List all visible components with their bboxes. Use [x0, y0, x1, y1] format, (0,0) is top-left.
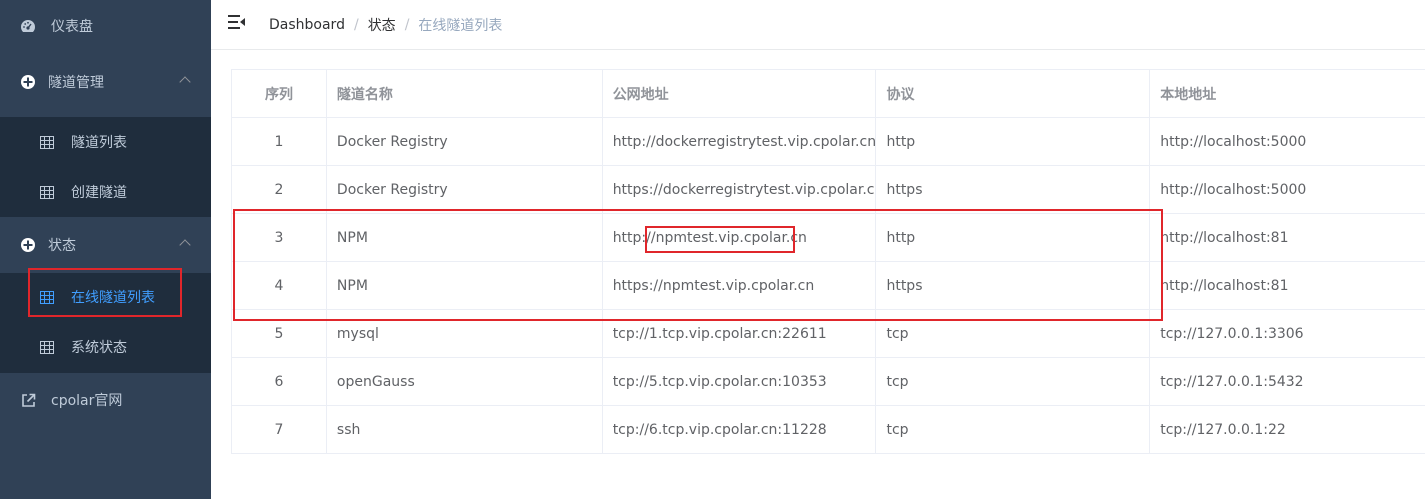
table-icon — [40, 185, 54, 199]
cell-protocol: tcp — [876, 406, 1151, 453]
menu-label-cpolar-website: cpolar官网 — [51, 393, 123, 409]
external-link-icon — [20, 392, 36, 408]
menu-label-dashboard: 仪表盘 — [51, 19, 93, 35]
cell-public-url: https://npmtest.vip.cpolar.cn — [603, 262, 877, 309]
sidebar-item-label: 隧道列表 — [71, 135, 127, 151]
breadcrumb-separator: / — [353, 17, 359, 33]
dashboard-gauge-icon — [20, 18, 36, 34]
table-header-row: 序列 隧道名称 公网地址 协议 本地地址 — [232, 70, 1425, 118]
plus-circle-icon — [20, 74, 36, 90]
table-row[interactable]: 3 NPM http://npmtest.vip.cpolar.cn http http… — [232, 214, 1425, 262]
cell-index: 5 — [232, 310, 327, 357]
cell-tunnel-name: Docker Registry — [327, 118, 603, 165]
table-row[interactable]: 5 mysql tcp://1.tcp.vip.cpolar.cn:22611 tcp… — [232, 310, 1425, 358]
menu-label-status: 状态 — [48, 238, 76, 254]
cell-index: 3 — [232, 214, 327, 261]
table-row[interactable]: 2 Docker Registry https://dockerregistryte… — [232, 166, 1425, 214]
table-icon — [40, 135, 54, 149]
menu-item-status[interactable]: 状态 — [0, 217, 211, 273]
menu-item-tunnel-management[interactable]: 隧道管理 — [0, 56, 211, 108]
breadcrumb: Dashboard / 状态 / 在线隧道列表 — [269, 15, 502, 35]
submenu-tunnel-management: 隧道列表 创建隧道 — [0, 117, 211, 217]
cell-tunnel-name: Docker Registry — [327, 166, 603, 213]
cell-local-address: tcp://127.0.0.1:5432 — [1160, 373, 1304, 390]
table-row[interactable]: 4 NPM https://npmtest.vip.cpolar.cn https ht… — [232, 262, 1425, 310]
cell-public-url: http://dockerregistrytest.vip.cpolar.cn — [603, 118, 877, 165]
plus-circle-icon — [20, 237, 36, 253]
cell-local-address: http://localhost:5000 — [1160, 181, 1307, 198]
cell-local-address: http://localhost:5000 — [1160, 133, 1307, 150]
menu-item-dashboard[interactable]: 仪表盘 — [0, 0, 211, 52]
cell-public-url: https://dockerregistrytest.vip.cpolar.cn — [603, 166, 877, 213]
cell-public-url: tcp://6.tcp.vip.cpolar.cn:11228 — [603, 406, 877, 453]
cell-local-address: http://localhost:81 — [1160, 277, 1289, 294]
chevron-up-icon[interactable] — [179, 76, 191, 88]
cell-local-address: tcp://127.0.0.1:3306 — [1160, 325, 1304, 342]
cell-tunnel-name: ssh — [327, 406, 603, 453]
breadcrumb-status[interactable]: 状态 — [368, 15, 396, 35]
table-icon — [40, 340, 54, 354]
sidebar-item-create-tunnel[interactable]: 创建隧道 — [0, 167, 211, 217]
annotation-box-sidebar — [28, 268, 182, 317]
column-header-index[interactable]: 序列 — [232, 70, 327, 118]
menu-item-cpolar-website[interactable]: cpolar官网 — [0, 373, 211, 427]
sidebar: 仪表盘 隧道管理 隧道列表 创建隧道 状态 在线隧道列表 系统状态 cpolar… — [0, 0, 211, 499]
cell-index: 2 — [232, 166, 327, 213]
sidebar-item-tunnel-list[interactable]: 隧道列表 — [0, 117, 211, 167]
cell-tunnel-name: openGauss — [327, 358, 603, 405]
cell-protocol: http — [876, 214, 1151, 261]
table-row[interactable]: 7 ssh tcp://6.tcp.vip.cpolar.cn:11228 tcp tc… — [232, 406, 1425, 454]
breadcrumb-separator: / — [404, 17, 410, 33]
sidebar-item-label: 创建隧道 — [71, 185, 127, 201]
tunnel-table: 序列 隧道名称 公网地址 协议 本地地址 1 Docker Registry htt… — [231, 69, 1425, 454]
sidebar-item-label: 系统状态 — [71, 340, 127, 356]
table-body: 1 Docker Registry http://dockerregistrytes… — [232, 118, 1425, 454]
column-header-protocol[interactable]: 协议 — [876, 70, 1151, 118]
cell-tunnel-name: NPM — [327, 214, 603, 261]
navbar: Dashboard / 状态 / 在线隧道列表 — [211, 0, 1425, 50]
chevron-up-icon[interactable] — [179, 239, 191, 251]
hamburger-menu-icon[interactable] — [228, 15, 245, 29]
cell-protocol: tcp — [876, 310, 1151, 357]
cell-tunnel-name: NPM — [327, 262, 603, 309]
breadcrumb-current: 在线隧道列表 — [418, 18, 503, 34]
menu-label-tunnel-management: 隧道管理 — [48, 75, 104, 91]
cell-protocol: tcp — [876, 358, 1151, 405]
cell-tunnel-name: mysql — [327, 310, 603, 357]
cell-index: 4 — [232, 262, 327, 309]
cell-protocol: https — [876, 166, 1151, 213]
cell-public-url: tcp://5.tcp.vip.cpolar.cn:10353 — [603, 358, 877, 405]
column-header-public-url[interactable]: 公网地址 — [603, 70, 877, 118]
cell-public-url: http://npmtest.vip.cpolar.cn — [603, 214, 877, 261]
table-row[interactable]: 1 Docker Registry http://dockerregistrytes… — [232, 118, 1425, 166]
cell-index: 1 — [232, 118, 327, 165]
table-row[interactable]: 6 openGauss tcp://5.tcp.vip.cpolar.cn:1035… — [232, 358, 1425, 406]
cell-public-url: tcp://1.tcp.vip.cpolar.cn:22611 — [603, 310, 877, 357]
cell-local-address: tcp://127.0.0.1:22 — [1160, 421, 1286, 438]
sidebar-item-system-status[interactable]: 系统状态 — [0, 321, 211, 373]
cell-index: 6 — [232, 358, 327, 405]
cell-protocol: http — [876, 118, 1151, 165]
cell-index: 7 — [232, 406, 327, 453]
breadcrumb-dashboard[interactable]: Dashboard — [269, 17, 345, 33]
cell-protocol: https — [876, 262, 1151, 309]
column-header-local-address[interactable]: 本地地址 — [1150, 70, 1425, 118]
column-header-name[interactable]: 隧道名称 — [327, 70, 603, 118]
cell-local-address: http://localhost:81 — [1160, 229, 1289, 246]
